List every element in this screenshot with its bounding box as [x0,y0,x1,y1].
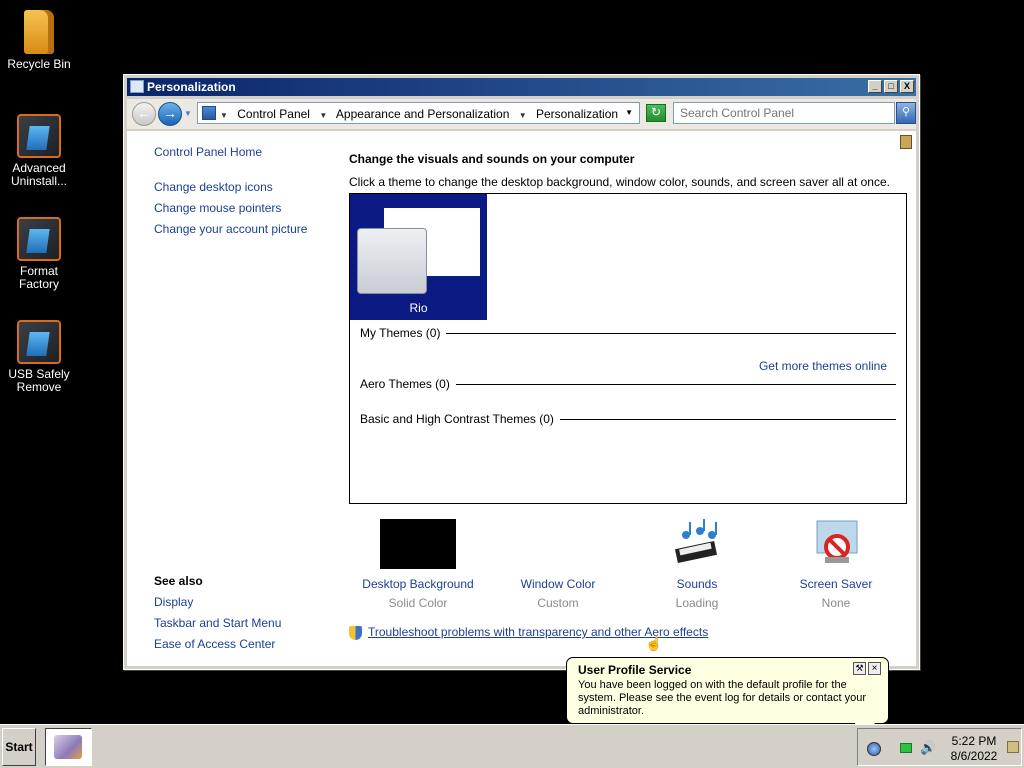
desktop-background-button[interactable]: Desktop Background Solid Color [353,519,483,610]
address-bar[interactable]: ▼ Control Panel ▼ Appearance and Persona… [197,102,640,124]
theme-name: Rio [409,301,428,315]
notification-text: You have been logged on with the default… [578,679,866,717]
theme-list: Rio My Themes (0) Get more themes online… [349,193,907,504]
aero-themes-heading: Aero Themes (0) [360,377,456,391]
minimize-button[interactable]: _ [868,80,882,93]
refresh-button[interactable]: ↻ [646,104,666,122]
volume-icon[interactable]: 🔊 [920,740,936,756]
desktop-background-label: Desktop Background [362,577,474,591]
chevron-right-icon[interactable]: ▼ [519,111,527,120]
see-also-heading: See also [154,574,203,588]
breadcrumb-appearance[interactable]: Appearance and Personalization [336,107,509,121]
navigation-bar: ← → ▼ ▼ Control Panel ▼ Appearance and P… [127,99,916,129]
chevron-down-icon[interactable]: ▼ [625,108,633,117]
clock-time: 5:22 PM [951,734,997,748]
screen-saver-button[interactable]: Screen Saver None [771,519,901,610]
back-button[interactable]: ← [132,102,156,126]
desktop-icon-label: USB Safely Remove [8,367,70,394]
theme-rio[interactable]: Rio [350,194,487,320]
chevron-right-icon[interactable]: ▼ [319,111,327,120]
desktop-icon-label: Advanced Uninstall... [10,161,68,188]
divider [440,333,896,334]
page-description: Click a theme to change the desktop back… [349,175,890,189]
title-bar[interactable]: Personalization _ □ X [127,78,916,96]
search-box [673,102,895,124]
breadcrumb-control-panel[interactable]: Control Panel [237,107,310,121]
clock[interactable]: 5:22 PM 8/6/2022 [946,734,1002,764]
screen-saver-value: None [821,596,851,610]
window-color-label: Window Color [520,577,596,591]
sounds-button[interactable]: Sounds Loading [632,519,762,610]
change-mouse-pointers-link[interactable]: Change mouse pointers [154,201,281,215]
control-panel-icon [202,106,216,120]
window-color-button[interactable]: Window Color Custom [493,519,623,610]
sounds-icon [672,519,722,569]
notification-balloon[interactable]: User Profile Service ⚒ × You have been l… [566,657,889,724]
breadcrumb-personalization[interactable]: Personalization [536,107,618,121]
forward-button[interactable]: → [158,102,182,126]
search-input[interactable] [680,104,880,122]
background-preview [380,519,456,569]
theme-preview-window [357,228,427,294]
chevron-right-icon[interactable]: ▼ [220,111,228,120]
desktop-icon-label: Recycle Bin [7,57,71,71]
start-button[interactable]: Start [2,728,36,766]
screen-saver-label: Screen Saver [799,577,873,591]
desktop-icon-advanced-uninstall[interactable]: Advanced Uninstall... [0,114,78,188]
personalization-window: Personalization _ □ X ← → ▼ ▼ Control Pa… [123,74,920,670]
personalization-icon [54,735,82,759]
window-title: Personalization [147,80,236,94]
folder-icon [24,10,54,54]
content-pane: Control Panel Home Change desktop icons … [127,131,916,666]
app-icon [17,217,61,261]
tray-app-icon[interactable] [1007,741,1019,753]
user-profile-icon[interactable] [867,742,881,756]
desktop-icon-format-factory[interactable]: Format Factory [0,217,78,291]
basic-themes-heading: Basic and High Contrast Themes (0) [360,412,560,426]
wrench-icon[interactable]: ⚒ [853,662,866,675]
sounds-label: Sounds [676,577,718,591]
window-icon [130,80,144,93]
desktop-icon-label: Format Factory [18,264,59,291]
page-title: Change the visuals and sounds on your co… [349,152,635,166]
screen-saver-icon [811,519,861,569]
taskbar-personalization-button[interactable] [45,728,92,766]
search-icon[interactable]: ⚲ [896,102,916,124]
shield-icon [349,625,362,640]
help-icon[interactable] [900,135,912,149]
app-icon [17,320,61,364]
window-color-value: Custom [537,596,579,610]
sounds-value: Loading [675,596,719,610]
get-more-themes-link[interactable]: Get more themes online [759,359,887,373]
maximize-button[interactable]: □ [884,80,898,93]
desktop-icon-recycle-bin[interactable]: Recycle Bin [0,10,78,71]
breadcrumb: ▼ Control Panel ▼ Appearance and Persona… [220,107,624,121]
system-tray: 🔊 5:22 PM 8/6/2022 [857,728,1022,766]
divider [550,419,896,420]
change-account-picture-link[interactable]: Change your account picture [154,222,307,236]
divider [450,384,896,385]
change-desktop-icons-link[interactable]: Change desktop icons [154,180,273,194]
desktop-icon-usb-safely-remove[interactable]: USB Safely Remove [0,320,78,394]
ease-of-access-link[interactable]: Ease of Access Center [154,637,275,651]
display-link[interactable]: Display [154,595,193,609]
taskbar: Start 🔊 5:22 PM 8/6/2022 [0,724,1024,768]
notification-title: User Profile Service [578,663,692,677]
taskbar-start-menu-link[interactable]: Taskbar and Start Menu [154,616,281,630]
recent-pages-dropdown[interactable]: ▼ [184,109,192,118]
close-icon[interactable]: × [868,662,881,675]
hand-cursor-icon: ☝ [645,635,663,651]
my-themes-heading: My Themes (0) [360,326,447,340]
window-color-preview [520,519,596,569]
app-icon [17,114,61,158]
close-button[interactable]: X [900,80,914,93]
clock-date: 8/6/2022 [950,749,998,763]
control-panel-home-link[interactable]: Control Panel Home [154,145,262,159]
network-icon[interactable] [900,743,912,753]
desktop-background-value: Solid Color [388,596,448,610]
